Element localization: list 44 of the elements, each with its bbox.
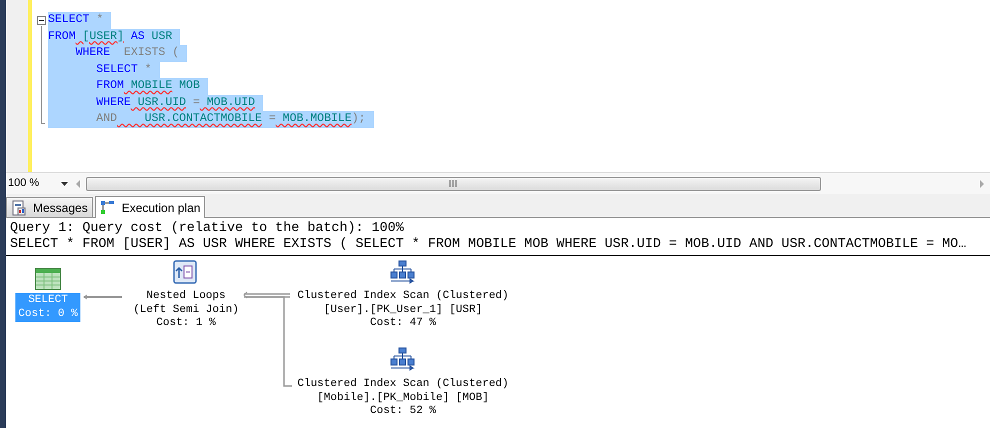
code-token: MOB.MOBILE	[282, 112, 352, 125]
code-token: MOB	[178, 79, 200, 92]
code-token: FROM	[95, 79, 124, 92]
index-tree-icon	[390, 260, 416, 284]
code-token: USR.UID	[136, 96, 186, 108]
plan-node-label[interactable]: Clustered Index Scan (Clustered) [Mobile].[PK_Mobile] [MOB] Cost: 52 %	[294, 377, 512, 420]
code-token: *	[144, 62, 152, 76]
scroll-left-icon[interactable]	[74, 180, 82, 188]
code-token: MOBILE	[130, 79, 172, 92]
code-token: EXISTS	[122, 46, 166, 59]
plan-node-label[interactable]: Clustered Index Scan (Clustered) [User].[PK_User_1] [USR] Cost: 47 %	[294, 289, 512, 332]
collapse-icon[interactable]	[37, 16, 46, 25]
horizontal-scrollbar[interactable]	[86, 176, 821, 190]
code-token: );	[352, 112, 366, 125]
plan-node-label[interactable]: Nested Loops (Left Semi Join) Cost: 1 %	[130, 289, 242, 332]
code-token: MOB.UID	[206, 96, 256, 108]
caret-icon	[61, 182, 68, 186]
tab[interactable]: Messages	[6, 197, 93, 217]
table-icon	[35, 268, 61, 290]
connector-arrow	[83, 294, 122, 300]
code-token: AND	[95, 112, 118, 125]
zoom-dropdown[interactable]: 100 %	[6, 176, 70, 192]
code-token: SELECT	[95, 62, 138, 76]
code-token: WHERE	[74, 46, 110, 59]
code-token: FROM	[48, 30, 76, 42]
loop-icon	[173, 260, 197, 284]
grip-icon	[449, 180, 458, 187]
code-token: USR	[150, 30, 172, 42]
index-tree-icon	[390, 347, 416, 371]
document-icon	[11, 200, 27, 216]
code-token: AS	[130, 30, 145, 42]
code-token: [USER]	[82, 30, 124, 42]
plan-icon	[100, 200, 116, 216]
code-token: =	[192, 96, 200, 108]
plan-header-text: Query 1: Query cost (relative to the batch): 100%	[10, 221, 405, 237]
tab[interactable]: Execution plan	[94, 196, 206, 218]
code-token: *	[95, 13, 104, 26]
plan-header-text: SELECT * FROM [USER] AS USR WHERE EXISTS ( SELECT * FROM MOBILE MOB WHERE USR.UID = MOB.UID AND USR.CONTACTMOBILE = MO…	[10, 237, 968, 253]
scroll-right-icon[interactable]	[978, 180, 986, 188]
code-token: (	[171, 46, 180, 59]
code-token: SELECT	[48, 13, 90, 26]
code-token: =	[268, 112, 276, 125]
code-token: USR.CONTACTMOBILE	[144, 112, 262, 125]
code-token: WHERE	[95, 96, 131, 108]
